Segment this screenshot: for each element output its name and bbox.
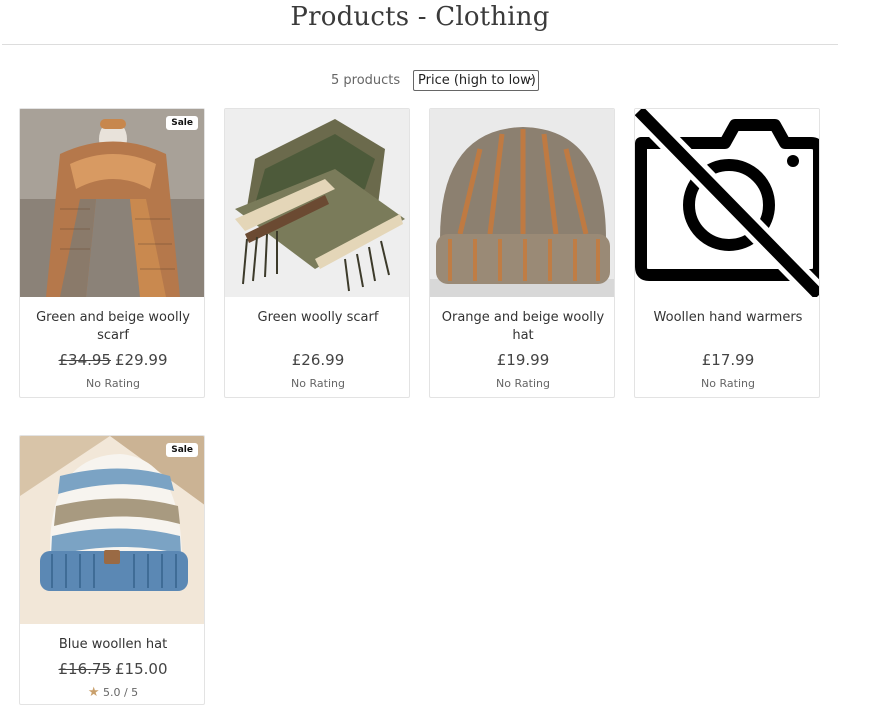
chevron-down-icon: ⌄ (526, 72, 535, 83)
orange-scarf-image[interactable] (20, 109, 205, 297)
sale-badge: Sale (166, 116, 198, 130)
page-title: Products - Clothing (290, 2, 550, 32)
product-card-green-beige-scarf[interactable]: Sale Green and beige woolly scarf £34.95… (19, 108, 205, 398)
sale-price: £29.99 (115, 351, 168, 369)
product-name[interactable]: Green and beige woolly scarf (28, 309, 198, 345)
product-rating: No Rating (496, 377, 550, 390)
blue-hat-image[interactable] (20, 436, 205, 624)
product-price: £34.95 £29.99 (20, 351, 204, 369)
green-scarf-image[interactable] (225, 109, 410, 297)
rating-value: 5.0 / 5 (102, 686, 139, 699)
title-divider (2, 44, 838, 45)
sort-select[interactable]: Price (high to low) ⌄ (413, 70, 539, 91)
product-price: £17.99 (635, 351, 819, 369)
product-name[interactable]: Woollen hand warmers (643, 309, 813, 327)
product-name[interactable]: Blue woollen hat (28, 636, 198, 654)
original-price: £34.95 (58, 351, 112, 369)
product-count: 5 products (331, 73, 401, 88)
price: £19.99 (496, 351, 550, 369)
product-price: £19.99 (430, 351, 614, 369)
no-photo-icon[interactable] (635, 109, 820, 297)
product-card-blue-hat[interactable]: Sale Blue woollen hat £16.75 £15.00 ★ 5.0… (19, 435, 205, 705)
product-toolbar: 5 products Price (high to low) ⌄ (0, 70, 840, 92)
product-card-hand-warmers[interactable]: Woollen hand warmers £17.99 No Rating (634, 108, 820, 398)
sale-badge: Sale (166, 443, 198, 457)
price: £17.99 (701, 351, 755, 369)
product-rating: No Rating (701, 377, 755, 390)
product-price: £26.99 (225, 351, 409, 369)
original-price: £16.75 (58, 660, 112, 678)
product-name[interactable]: Orange and beige woolly hat (438, 309, 608, 345)
product-rating: No Rating (86, 377, 140, 390)
product-card-green-scarf[interactable]: Green woolly scarf £26.99 No Rating (224, 108, 410, 398)
price: £26.99 (291, 351, 345, 369)
sale-price: £15.00 (115, 660, 168, 678)
orange-hat-image[interactable] (430, 109, 615, 297)
product-rating: No Rating (291, 377, 345, 390)
product-price: £16.75 £15.00 (20, 660, 204, 678)
product-card-orange-beige-hat[interactable]: Orange and beige woolly hat £19.99 No Ra… (429, 108, 615, 398)
sort-selected-value: Price (high to low) (418, 73, 536, 88)
product-name[interactable]: Green woolly scarf (233, 309, 403, 327)
